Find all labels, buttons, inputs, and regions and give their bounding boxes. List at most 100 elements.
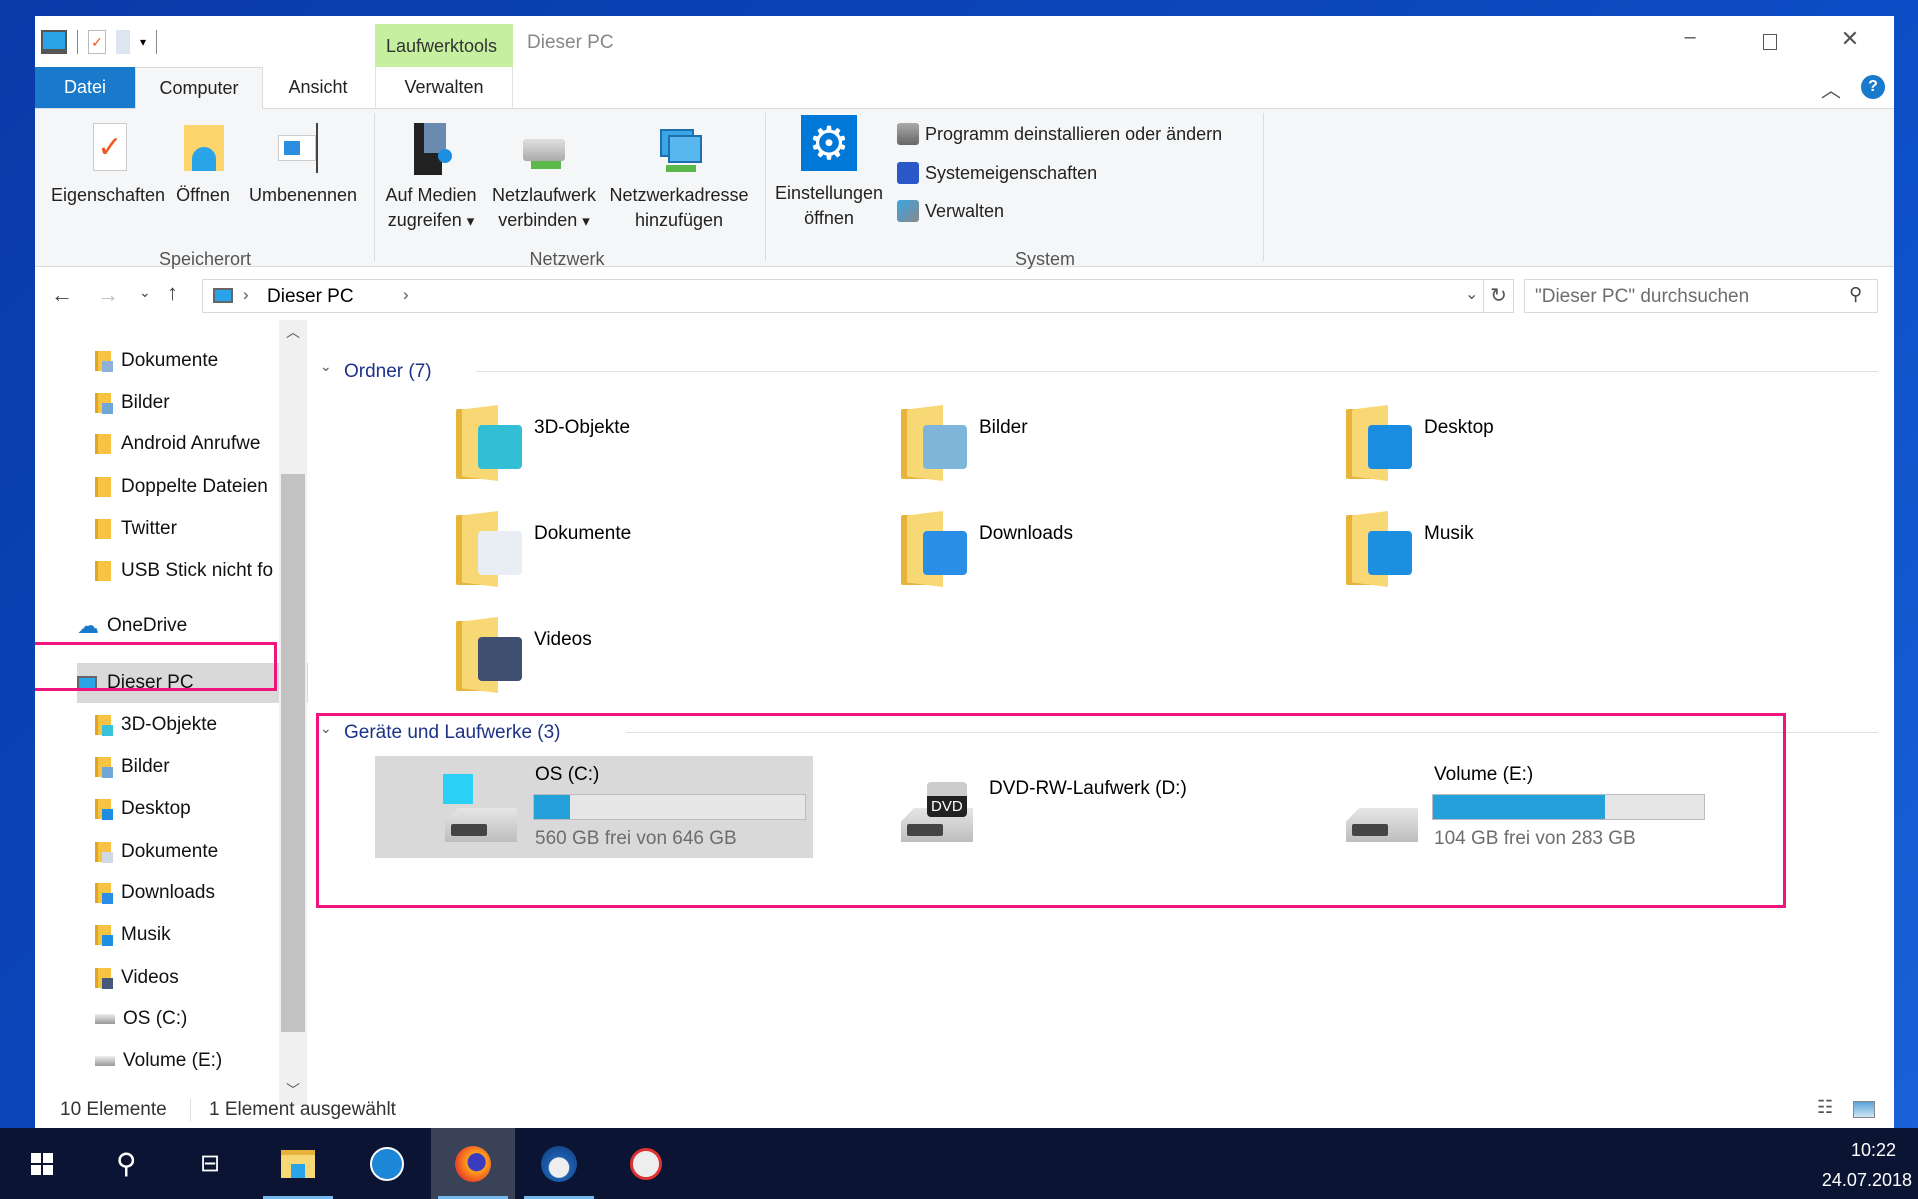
nav-this-pc-child[interactable]: OS (C:)	[95, 999, 308, 1039]
group-separator	[374, 113, 375, 261]
rename-button[interactable]: Umbenennen	[241, 109, 365, 208]
nav-item-onedrive[interactable]: ☁ OneDrive	[77, 606, 308, 646]
new-folder-icon[interactable]	[116, 30, 130, 54]
search-box[interactable]: "Dieser PC" durchsuchen ⚲	[1524, 279, 1878, 313]
nav-this-pc-child[interactable]: 3D-Objekte	[95, 705, 308, 745]
tab-verwalten[interactable]: Verwalten	[375, 67, 513, 108]
group-separator	[765, 113, 766, 261]
open-settings-button[interactable]: ⚙ Einstellungen öffnen	[771, 109, 887, 231]
folder-item[interactable]: Desktop	[1346, 405, 1746, 485]
taskbar-snipping-tool[interactable]	[604, 1128, 688, 1199]
thunderbird-icon	[541, 1145, 577, 1182]
task-view-icon: ⊟	[199, 1150, 221, 1177]
settings-gear-icon: ⚙	[801, 115, 857, 171]
computer-icon[interactable]	[41, 30, 67, 54]
forward-button[interactable]: →	[97, 282, 119, 308]
group-label-system: System	[1014, 249, 1076, 269]
status-bar: 10 Elemente 1 Element ausgewählt ☷	[35, 1091, 1894, 1128]
folder-item[interactable]: 3D-Objekte	[456, 405, 856, 485]
folder-label: 3D-Objekte	[534, 417, 631, 438]
breadcrumb-chevron[interactable]: ›	[403, 285, 409, 305]
refresh-button[interactable]: ↻	[1484, 279, 1514, 313]
folders-group-header[interactable]: Ordner (7)	[344, 361, 432, 383]
manage-button[interactable]: Verwalten	[897, 200, 1004, 222]
start-button[interactable]	[0, 1128, 84, 1199]
system-properties-button[interactable]: Systemeigenschaften	[897, 162, 1097, 184]
close-button[interactable]: ✕	[1835, 26, 1865, 52]
folder-item[interactable]: Dokumente	[456, 511, 856, 591]
folder-item[interactable]: Downloads	[901, 511, 1301, 591]
breadcrumb-this-pc[interactable]: Dieser PC	[267, 286, 354, 308]
uninstall-program-button[interactable]: Programm deinstallieren oder ändern	[897, 123, 1222, 145]
address-bar[interactable]: › Dieser PC › ⌄	[202, 279, 1484, 313]
nav-item-label: Volume (E:)	[123, 1050, 223, 1071]
help-icon[interactable]: ?	[1861, 75, 1885, 99]
nav-selection-highlight	[35, 642, 277, 691]
nav-this-pc-child[interactable]: Bilder	[95, 747, 308, 787]
content-area: ⌄ Ordner (7) 3D-Objekte Bilder Desktop Doku…	[316, 320, 1894, 1105]
folder-item[interactable]: Bilder	[901, 405, 1301, 485]
drive-icon	[95, 1014, 115, 1024]
back-button[interactable]: ←	[51, 282, 73, 308]
group-divider	[476, 371, 1878, 372]
up-button[interactable]: ↑	[167, 280, 178, 306]
nav-this-pc-child[interactable]: Videos	[95, 958, 308, 998]
folder-icon	[95, 434, 111, 454]
nav-scrollbar[interactable]: ︿ ﹀	[279, 320, 307, 1105]
network-drive-icon	[519, 123, 569, 175]
folder-icon	[95, 477, 111, 497]
collapse-ribbon-icon[interactable]: ︿	[1821, 74, 1841, 103]
add-network-location-button[interactable]: Netzwerkadresse hinzufügen	[604, 109, 754, 233]
scroll-thumb[interactable]	[281, 474, 305, 1032]
nav-this-pc-child[interactable]: Dokumente	[95, 832, 308, 872]
task-view-button[interactable]: ⊟	[168, 1128, 252, 1199]
nav-quick-access-item[interactable]: Dokumente📌	[95, 341, 308, 381]
app-wrench-icon	[370, 1146, 404, 1181]
nav-this-pc-child[interactable]: Musik	[95, 915, 308, 955]
search-placeholder: "Dieser PC" durchsuchen	[1535, 286, 1750, 307]
open-button[interactable]: Öffnen	[171, 109, 235, 208]
folders-group-chevron[interactable]: ⌄	[320, 358, 332, 375]
folder-label: Dokumente	[534, 523, 632, 544]
address-dropdown-icon[interactable]: ⌄	[1465, 284, 1478, 304]
taskbar-steam-like-app[interactable]	[345, 1128, 429, 1199]
nav-quick-access-item[interactable]: Bilder📌	[95, 383, 308, 423]
nav-this-pc-child[interactable]: Downloads	[95, 873, 308, 913]
nav-this-pc-child[interactable]: Desktop	[95, 789, 308, 829]
nav-item-label: Dokumente	[121, 841, 219, 862]
access-media-button[interactable]: Auf Medien zugreifen ▾	[379, 109, 483, 234]
maximize-button[interactable]	[1763, 34, 1777, 50]
nav-quick-access-item[interactable]: USB Stick nicht fo	[95, 551, 308, 591]
tab-datei[interactable]: Datei	[35, 67, 135, 108]
recent-locations-dropdown[interactable]: ⌄	[139, 284, 151, 301]
folder-icon	[1346, 511, 1412, 587]
scroll-up-arrow[interactable]: ︿	[286, 322, 300, 342]
folder-icon	[456, 511, 522, 587]
nav-item-label: OneDrive	[107, 615, 188, 636]
tab-ansicht[interactable]: Ansicht	[263, 67, 373, 108]
details-view-icon[interactable]: ☷	[1817, 1097, 1833, 1118]
nav-quick-access-item[interactable]: Twitter	[95, 509, 308, 549]
taskbar-firefox[interactable]	[431, 1128, 515, 1199]
minimize-button[interactable]: –	[1675, 26, 1705, 49]
folder-item[interactable]: Musik	[1346, 511, 1746, 591]
tab-computer[interactable]: Computer	[135, 67, 263, 109]
customize-toolbar-dropdown[interactable]: ▾	[140, 35, 146, 49]
properties-button[interactable]: ✓ Eigenschaften	[47, 109, 169, 208]
taskbar-thunderbird[interactable]	[517, 1128, 601, 1199]
nav-this-pc-child[interactable]: Volume (E:)	[95, 1041, 308, 1081]
nav-quick-access-item[interactable]: Android Anrufwe	[95, 424, 308, 464]
uninstall-icon	[897, 123, 919, 145]
large-icons-view-icon[interactable]	[1853, 1101, 1875, 1118]
search-button[interactable]: ⚲	[84, 1128, 168, 1199]
properties-icon[interactable]: ✓	[88, 30, 106, 54]
map-network-drive-button[interactable]: Netzlaufwerk verbinden ▾	[486, 109, 602, 234]
clock-date[interactable]: 24.07.2018	[1822, 1170, 1912, 1191]
folder-icon	[95, 842, 113, 863]
nav-quick-access-item[interactable]: Doppelte Dateien	[95, 467, 308, 507]
folder-label: Musik	[1424, 523, 1474, 544]
clock-time[interactable]: 10:22	[1851, 1140, 1896, 1161]
taskbar: ⚲ ⊟ 10:22 24.07.2018	[0, 1128, 1918, 1199]
taskbar-file-explorer[interactable]	[256, 1128, 340, 1199]
folder-item[interactable]: Videos	[456, 617, 856, 697]
